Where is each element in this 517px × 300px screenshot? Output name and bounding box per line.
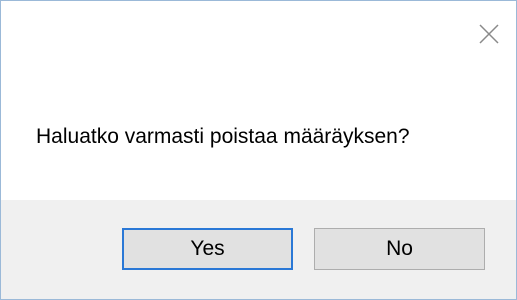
- yes-button[interactable]: Yes: [122, 228, 293, 270]
- no-button[interactable]: No: [314, 228, 485, 270]
- close-button[interactable]: [474, 19, 504, 49]
- confirmation-dialog: Haluatko varmasti poistaa määräyksen? Ye…: [0, 0, 517, 300]
- dialog-message: Haluatko varmasti poistaa määräyksen?: [36, 125, 410, 148]
- dialog-button-bar: Yes No: [1, 200, 516, 299]
- close-icon: [479, 24, 499, 44]
